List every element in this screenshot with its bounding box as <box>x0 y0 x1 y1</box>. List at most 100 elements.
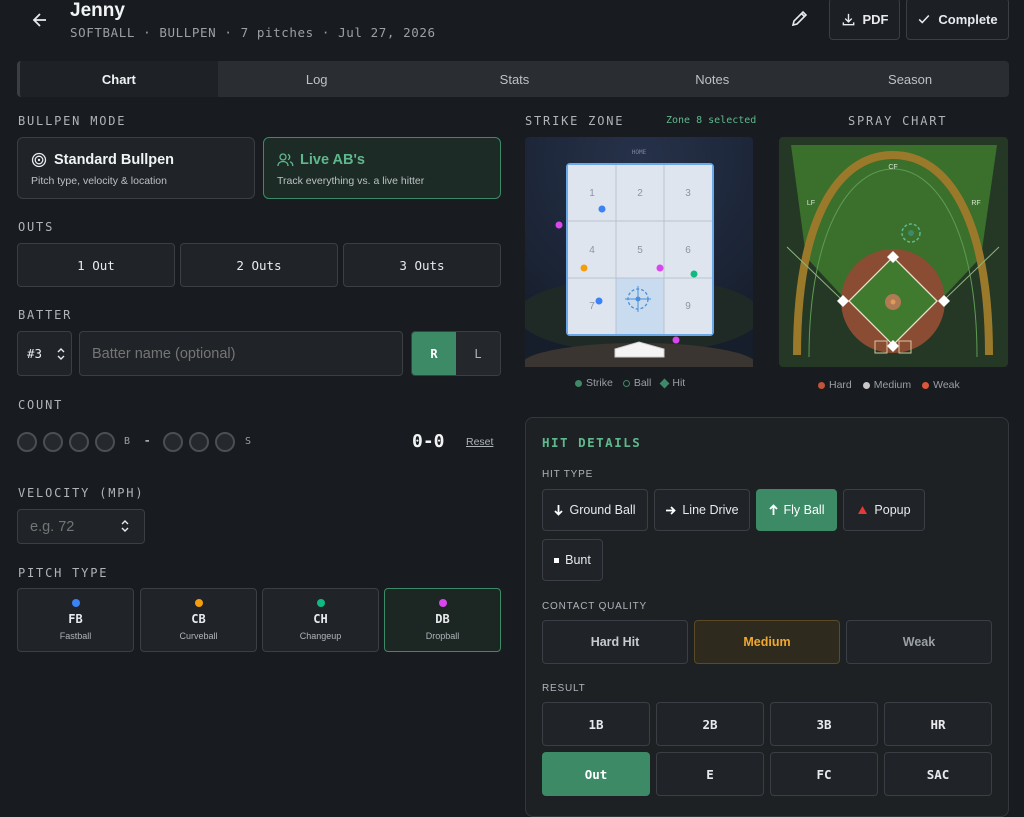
hit-legend-label: Hit <box>672 377 686 389</box>
complete-label: Complete <box>938 11 998 27</box>
complete-button[interactable]: Complete <box>906 0 1009 40</box>
tab-notes[interactable]: Notes <box>613 61 811 97</box>
tab-log[interactable]: Log <box>218 61 416 97</box>
edit-button[interactable] <box>788 6 812 30</box>
pitch-color-dot <box>317 599 325 607</box>
ball-legend-dot <box>622 379 630 387</box>
pitch-type-curveball[interactable]: CB Curveball <box>140 588 257 652</box>
live-abs-card[interactable]: Live AB's Track everything vs. a live hi… <box>263 137 501 199</box>
back-button[interactable] <box>28 8 52 32</box>
pitch-marker <box>555 221 563 229</box>
pitch-marker <box>672 336 680 344</box>
count-label: COUNT <box>18 398 64 412</box>
pitch-type-dropball[interactable]: DB Dropball <box>384 588 501 652</box>
batter-name-input[interactable] <box>79 331 403 376</box>
ball-dot[interactable] <box>95 432 115 452</box>
zone-number: 2 <box>637 188 643 199</box>
result-hr[interactable]: HR <box>884 702 992 746</box>
result-1b[interactable]: 1B <box>542 702 650 746</box>
batter-hand-toggle: R L <box>411 331 501 376</box>
result-3b[interactable]: 3B <box>770 702 878 746</box>
contact-hard-hit[interactable]: Hard Hit <box>542 620 688 664</box>
rf-label: RF <box>971 200 980 207</box>
hit-type-label-text: Line Drive <box>682 503 739 517</box>
spray-chart-legend: Hard Medium Weak <box>818 379 960 391</box>
result-sac[interactable]: SAC <box>884 752 992 796</box>
zone-number: 7 <box>589 301 595 312</box>
ball-dot[interactable] <box>43 432 63 452</box>
zone-number: 9 <box>685 301 691 312</box>
strike-dot[interactable] <box>163 432 183 452</box>
outs-label: OUTS <box>18 220 55 234</box>
two-outs-button[interactable]: 2 Outs <box>180 243 338 287</box>
pitch-marker <box>656 264 664 272</box>
hand-l-button[interactable]: L <box>456 332 500 375</box>
standard-bullpen-desc: Pitch type, velocity & location <box>31 175 167 187</box>
batter-number-select[interactable]: #3 <box>17 331 72 376</box>
tab-stats[interactable]: Stats <box>416 61 614 97</box>
download-icon <box>842 13 854 25</box>
tab-chart[interactable]: Chart <box>17 61 218 97</box>
one-out-button[interactable]: 1 Out <box>17 243 175 287</box>
contact-weak[interactable]: Weak <box>846 620 992 664</box>
zone-cell-8[interactable] <box>616 278 664 334</box>
hit-location-dot <box>908 230 914 236</box>
ball-dot[interactable] <box>69 432 89 452</box>
strike-dot[interactable] <box>189 432 209 452</box>
result-e[interactable]: E <box>656 752 764 796</box>
standard-bullpen-title: Standard Bullpen <box>54 152 175 168</box>
result-out[interactable]: Out <box>542 752 650 796</box>
pitch-name: Curveball <box>179 631 218 641</box>
result-label: RESULT <box>542 683 586 694</box>
pitch-marker <box>690 270 698 278</box>
pitch-color-dot <box>195 599 203 607</box>
count-reset-link[interactable]: Reset <box>466 436 493 448</box>
hit-type-label: HIT TYPE <box>542 469 594 480</box>
pdf-button[interactable]: PDF <box>829 0 900 40</box>
weak-legend-label: Weak <box>933 379 960 391</box>
hard-legend-label: Hard <box>829 379 852 391</box>
contact-medium[interactable]: Medium <box>694 620 840 664</box>
velocity-label: VELOCITY (MPH) <box>18 486 145 500</box>
square-icon <box>554 557 560 563</box>
pitch-color-dot <box>72 599 80 607</box>
cf-label: CF <box>888 164 897 171</box>
spray-chart: CF LF RF <box>779 137 1008 367</box>
page-subtitle: SOFTBALL · BULLPEN · 7 pitches · Jul 27,… <box>70 25 436 40</box>
hit-type-popup[interactable]: Popup <box>843 489 925 531</box>
pdf-label: PDF <box>862 11 889 27</box>
weak-legend-dot <box>922 381 930 389</box>
lf-label: LF <box>807 200 815 207</box>
hit-type-label-text: Bunt <box>565 553 591 567</box>
result-2b[interactable]: 2B <box>656 702 764 746</box>
arrow-up-icon <box>768 504 778 515</box>
standard-bullpen-card[interactable]: Standard Bullpen Pitch type, velocity & … <box>17 137 255 199</box>
pitch-abbr: DB <box>435 612 450 626</box>
strike-legend-dot <box>575 379 582 387</box>
result-fc[interactable]: FC <box>770 752 878 796</box>
count-separator: - <box>143 433 152 449</box>
hit-type-ground-ball[interactable]: Ground Ball <box>542 489 648 531</box>
hit-type-line-drive[interactable]: Line Drive <box>654 489 750 531</box>
zone-number: 1 <box>589 188 595 199</box>
tab-season[interactable]: Season <box>811 61 1009 97</box>
pitch-type-fastball[interactable]: FB Fastball <box>17 588 134 652</box>
pitch-name: Dropball <box>425 631 460 641</box>
three-outs-button[interactable]: 3 Outs <box>343 243 501 287</box>
pitch-color-dot <box>439 599 447 607</box>
medium-legend-label: Medium <box>873 379 912 391</box>
pitch-type-changeup[interactable]: CH Changeup <box>262 588 379 652</box>
hit-type-bunt[interactable]: Bunt <box>542 539 603 581</box>
hit-type-fly-ball[interactable]: Fly Ball <box>756 489 837 531</box>
bullpen-mode-label: BULLPEN MODE <box>18 114 127 128</box>
hand-r-button[interactable]: R <box>412 332 456 375</box>
live-abs-desc: Track everything vs. a live hitter <box>277 175 425 187</box>
batter-number: #3 <box>27 346 43 361</box>
strike-dot[interactable] <box>215 432 235 452</box>
users-icon <box>277 153 294 167</box>
spinner-icon[interactable] <box>121 519 129 533</box>
ball-dot[interactable] <box>17 432 37 452</box>
spray-chart-label: SPRAY CHART <box>848 114 948 128</box>
arrow-right-icon <box>666 505 677 515</box>
pitch-marker <box>580 264 588 272</box>
